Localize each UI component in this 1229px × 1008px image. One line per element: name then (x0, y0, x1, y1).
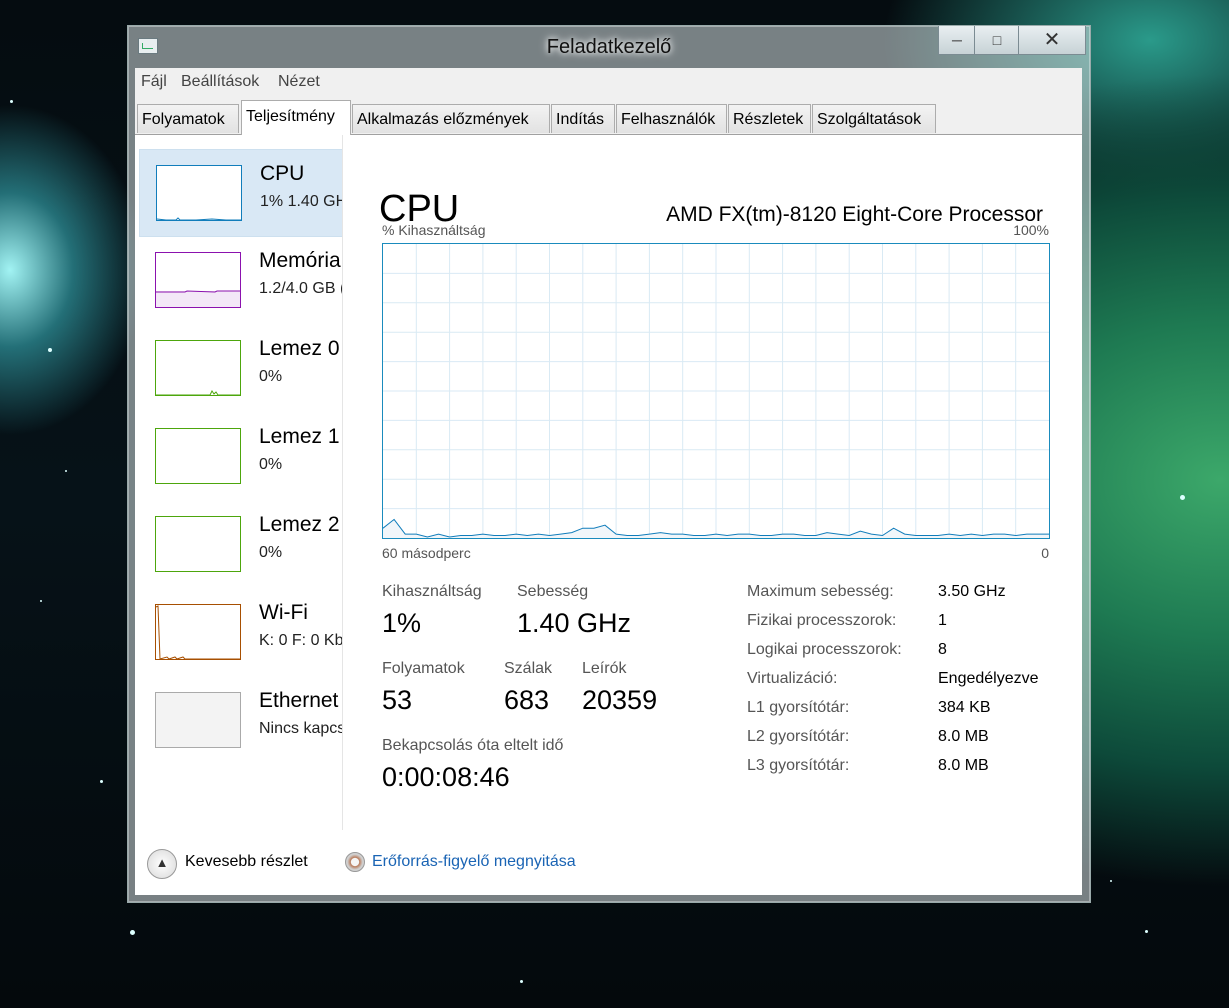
l3-cache-label: L3 gyorsítótár: (747, 757, 850, 774)
tab-performance[interactable]: Teljesítmény (241, 100, 351, 135)
memory-mini-graph (155, 252, 241, 308)
sockets-label: Fizikai processzorok: (747, 612, 897, 629)
star (1145, 930, 1148, 933)
cpu-utilization-graph (382, 243, 1050, 539)
sidebar-item-label: Lemez 1 (259, 425, 340, 448)
handles-value: 20359 (582, 685, 658, 715)
processes-label: Folyamatok (382, 660, 465, 677)
graph-y-label: % Kihasználtság (382, 222, 486, 238)
sidebar-item-label: Lemez 2 (259, 513, 340, 536)
star (10, 100, 13, 103)
sidebar-item-value: Nincs kapcsolat (259, 720, 342, 737)
uptime-label: Bekapcsolás óta eltelt idő (382, 737, 564, 754)
sidebar-item-memory[interactable]: Memória 1.2/4.0 GB (30%) (139, 237, 342, 323)
uptime-value: 0:00:08:46 (382, 762, 510, 792)
tab-users[interactable]: Felhasználók (616, 104, 727, 133)
disk-2-mini-graph (155, 516, 241, 572)
sidebar-item-disk-0[interactable]: Lemez 0 0% (139, 325, 342, 411)
sidebar-item-label: Memória (259, 249, 341, 272)
sidebar-item-disk-2[interactable]: Lemez 2 0% (139, 501, 342, 587)
tab-app-history[interactable]: Alkalmazás előzmények (352, 104, 550, 133)
logical-processors-label: Logikai processzorok: (747, 641, 902, 658)
logical-processors-value: 8 (938, 641, 947, 658)
l1-cache-label: L1 gyorsítótár: (747, 699, 850, 716)
virtualization-value: Engedélyezve (938, 670, 1039, 687)
sidebar-item-wifi[interactable]: Wi-Fi K: 0 F: 0 Kbps (139, 589, 342, 675)
close-button[interactable]: ✕ (1018, 26, 1086, 55)
threads-label: Szálak (504, 660, 553, 677)
disk-1-mini-graph (155, 428, 241, 484)
wifi-mini-graph (155, 604, 241, 660)
open-resource-monitor-link[interactable]: Erőforrás-figyelő megnyitása (372, 853, 576, 871)
handles-label: Leírók (582, 660, 627, 677)
panel-divider (342, 135, 343, 830)
sidebar-item-value: 1% 1.40 GHz (260, 193, 342, 210)
threads-value: 683 (504, 685, 550, 715)
resource-list: CPU 1% 1.40 GHz Memória 1.2/4.0 GB (30%)… (135, 135, 342, 830)
fewer-details-button[interactable]: ▲ (147, 849, 177, 879)
graph-y-max: 100% (1013, 222, 1049, 238)
ethernet-mini-graph (155, 692, 241, 748)
utilization-label: Kihasználtság (382, 583, 482, 600)
max-speed-value: 3.50 GHz (938, 583, 1006, 600)
star (48, 348, 52, 352)
speed-value: 1.40 GHz (517, 608, 632, 638)
fewer-details-link[interactable]: Kevesebb részlet (185, 853, 308, 871)
task-manager-window: Feladatkezelő ─ □ ✕ Fájl Beállítások Néz… (127, 25, 1091, 903)
tab-startup[interactable]: Indítás (551, 104, 615, 133)
sidebar-item-label: Wi-Fi (259, 601, 308, 624)
sidebar-item-label: Lemez 0 (259, 337, 340, 360)
sidebar-item-label: CPU (260, 162, 305, 185)
star (100, 780, 103, 783)
minimize-icon: ─ (952, 32, 962, 48)
disk-0-mini-graph (155, 340, 241, 396)
utilization-value: 1% (382, 608, 422, 638)
close-icon: ✕ (1043, 29, 1061, 51)
processor-name: AMD FX(tm)-8120 Eight-Core Processor (666, 203, 1043, 226)
tab-bar: Folyamatok Teljesítmény Alkalmazás előzm… (135, 94, 1082, 135)
star (65, 470, 67, 472)
sidebar-item-value: K: 0 F: 0 Kbps (259, 632, 342, 649)
speed-label: Sebesség (517, 583, 589, 600)
minimize-button[interactable]: ─ (938, 26, 976, 55)
tab-services[interactable]: Szolgáltatások (812, 104, 936, 133)
l2-cache-label: L2 gyorsítótár: (747, 728, 850, 745)
star (1180, 495, 1185, 500)
cpu-graph-svg (383, 244, 1049, 538)
sidebar-item-ethernet[interactable]: Ethernet Nincs kapcsolat (139, 677, 342, 763)
star (520, 980, 523, 983)
sidebar-item-label: Ethernet (259, 689, 339, 712)
l2-cache-value: 8.0 MB (938, 728, 989, 745)
star (1110, 880, 1112, 882)
processes-value: 53 (382, 685, 413, 715)
menu-file[interactable]: Fájl (141, 73, 167, 91)
chevron-up-icon: ▲ (155, 855, 169, 870)
l3-cache-value: 8.0 MB (938, 757, 989, 774)
title-bar[interactable]: Feladatkezelő ─ □ ✕ (128, 26, 1090, 68)
sockets-value: 1 (938, 612, 947, 629)
tab-details[interactable]: Részletek (728, 104, 811, 133)
menu-view[interactable]: Nézet (278, 73, 320, 91)
client-area: Fájl Beállítások Nézet Folyamatok Teljes… (135, 68, 1082, 895)
graph-x-min: 0 (1041, 545, 1049, 561)
maximize-button[interactable]: □ (974, 26, 1020, 55)
resource-monitor-icon (345, 852, 365, 872)
max-speed-label: Maximum sebesség: (747, 583, 894, 600)
graph-x-label: 60 másodperc (382, 545, 471, 561)
sidebar-item-value: 0% (259, 544, 283, 561)
sidebar-item-disk-1[interactable]: Lemez 1 0% (139, 413, 342, 499)
star (130, 930, 135, 935)
virtualization-label: Virtualizáció: (747, 670, 838, 687)
tab-processes[interactable]: Folyamatok (137, 104, 239, 133)
menu-bar: Fájl Beállítások Nézet (135, 68, 1082, 94)
star (40, 600, 42, 602)
maximize-icon: □ (992, 32, 1002, 48)
l1-cache-value: 384 KB (938, 699, 991, 716)
sidebar-item-value: 0% (259, 456, 283, 473)
menu-settings[interactable]: Beállítások (181, 73, 259, 91)
sidebar-item-cpu[interactable]: CPU 1% 1.40 GHz (139, 149, 342, 237)
sidebar-item-value: 1.2/4.0 GB (30%) (259, 280, 342, 297)
sidebar-item-value: 0% (259, 368, 283, 385)
cpu-mini-graph (156, 165, 242, 221)
